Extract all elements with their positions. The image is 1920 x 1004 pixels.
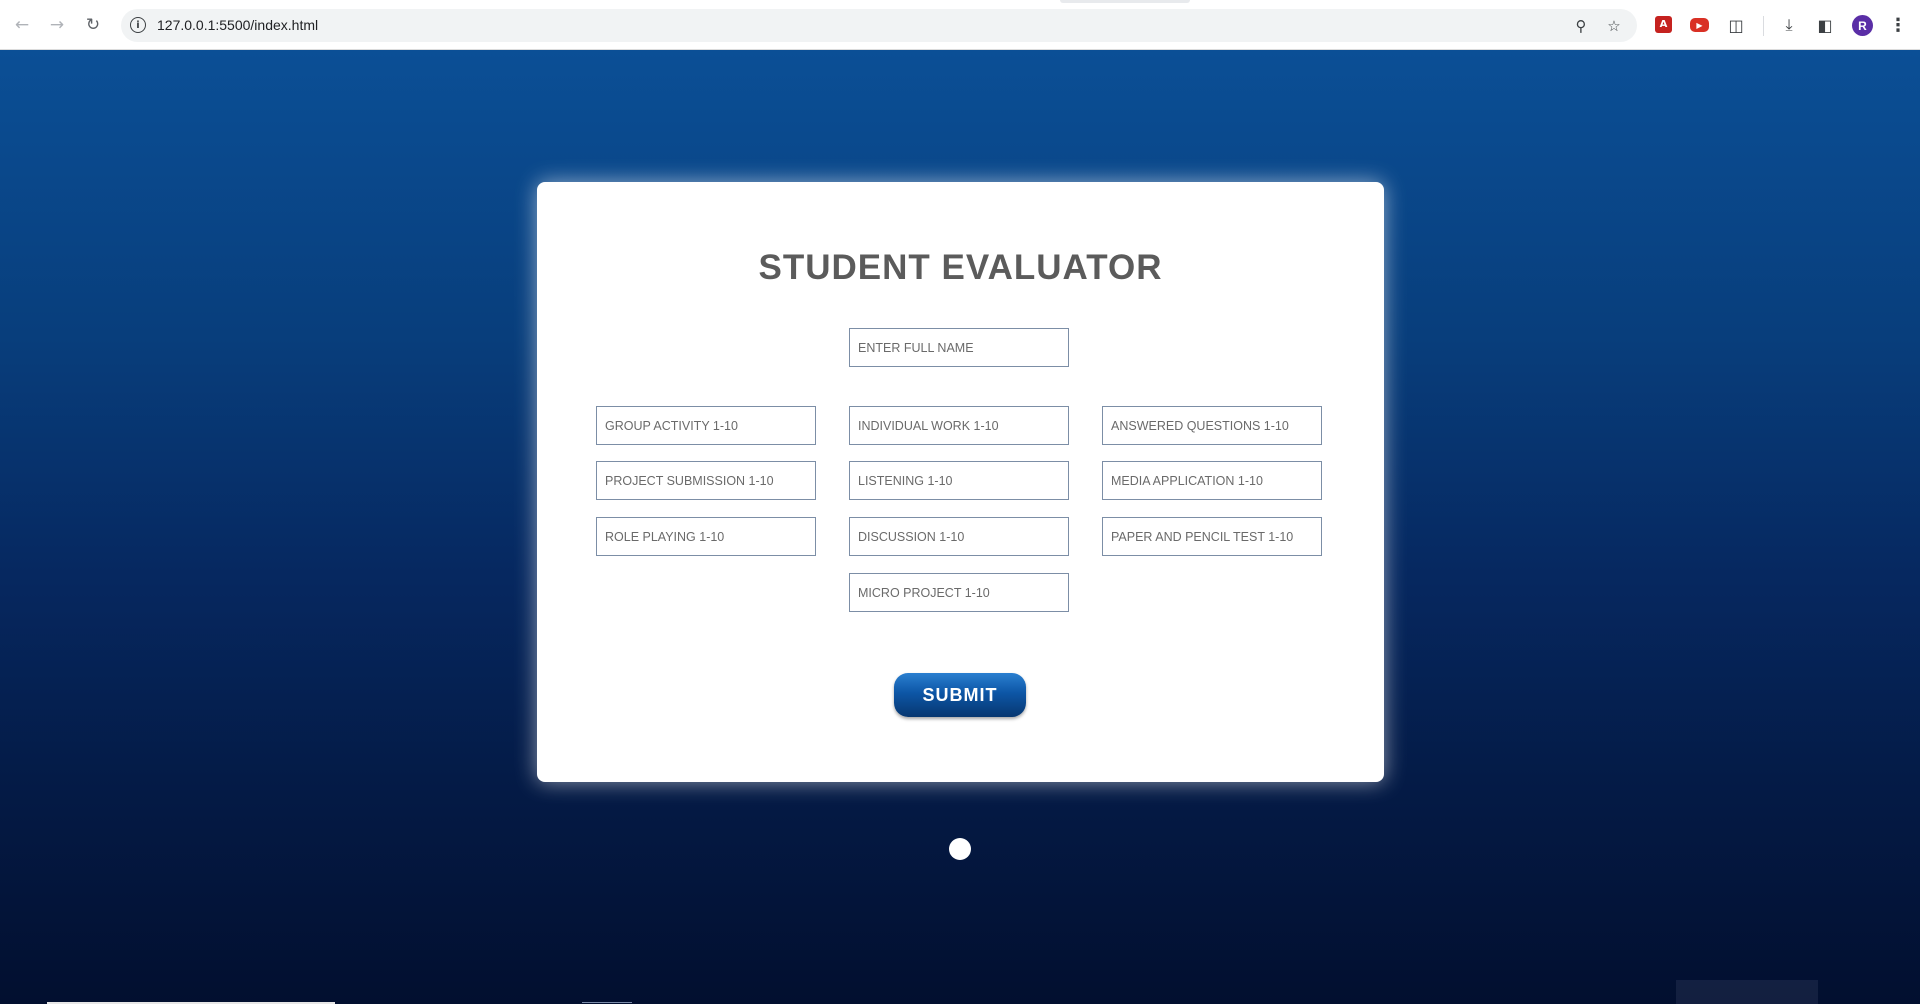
white-dot	[949, 838, 971, 860]
info-icon[interactable]: i	[130, 17, 146, 33]
reload-icon[interactable]: ↻	[81, 13, 105, 37]
micro-project-input[interactable]	[849, 573, 1069, 612]
back-arrow-icon[interactable]: ←	[10, 13, 34, 37]
browser-toolbar: ← → ↻ i 127.0.0.1:5500/index.html ⚲ ☆ A …	[0, 0, 1920, 50]
video-icon[interactable]: ▶	[1690, 18, 1709, 32]
side-panel-icon[interactable]: ◧	[1814, 14, 1836, 36]
kebab-menu-icon[interactable]: ⋮	[1888, 14, 1908, 36]
page-title: STUDENT EVALUATOR	[758, 248, 1163, 287]
paper-pencil-test-input[interactable]	[1102, 517, 1322, 556]
full-name-input[interactable]	[849, 328, 1069, 367]
pdf-icon[interactable]: A	[1655, 16, 1672, 33]
address-bar[interactable]: i 127.0.0.1:5500/index.html ⚲ ☆	[121, 9, 1637, 42]
forward-arrow-icon[interactable]: →	[45, 13, 69, 37]
zoom-icon[interactable]: ⚲	[1571, 16, 1591, 36]
media-application-input[interactable]	[1102, 461, 1322, 500]
tab-strip-edge	[1060, 0, 1190, 3]
group-activity-input[interactable]	[596, 406, 816, 445]
discussion-input[interactable]	[849, 517, 1069, 556]
project-submission-input[interactable]	[596, 461, 816, 500]
role-playing-input[interactable]	[596, 517, 816, 556]
listening-input[interactable]	[849, 461, 1069, 500]
toolbar-divider	[1763, 16, 1764, 36]
url-text[interactable]: 127.0.0.1:5500/index.html	[157, 17, 318, 33]
bottom-divider-small	[582, 1002, 632, 1003]
star-icon[interactable]: ☆	[1604, 16, 1624, 36]
corner-overlay	[1676, 980, 1818, 1004]
submit-button[interactable]: SUBMIT	[894, 673, 1026, 717]
page-background: STUDENT EVALUATOR SUBMIT	[0, 50, 1920, 1004]
avatar[interactable]: R	[1852, 15, 1873, 36]
download-icon[interactable]: ⤓	[1778, 14, 1800, 36]
evaluator-card: STUDENT EVALUATOR SUBMIT	[537, 182, 1384, 782]
answered-questions-input[interactable]	[1102, 406, 1322, 445]
individual-work-input[interactable]	[849, 406, 1069, 445]
puzzle-icon[interactable]: ◫	[1725, 14, 1747, 36]
